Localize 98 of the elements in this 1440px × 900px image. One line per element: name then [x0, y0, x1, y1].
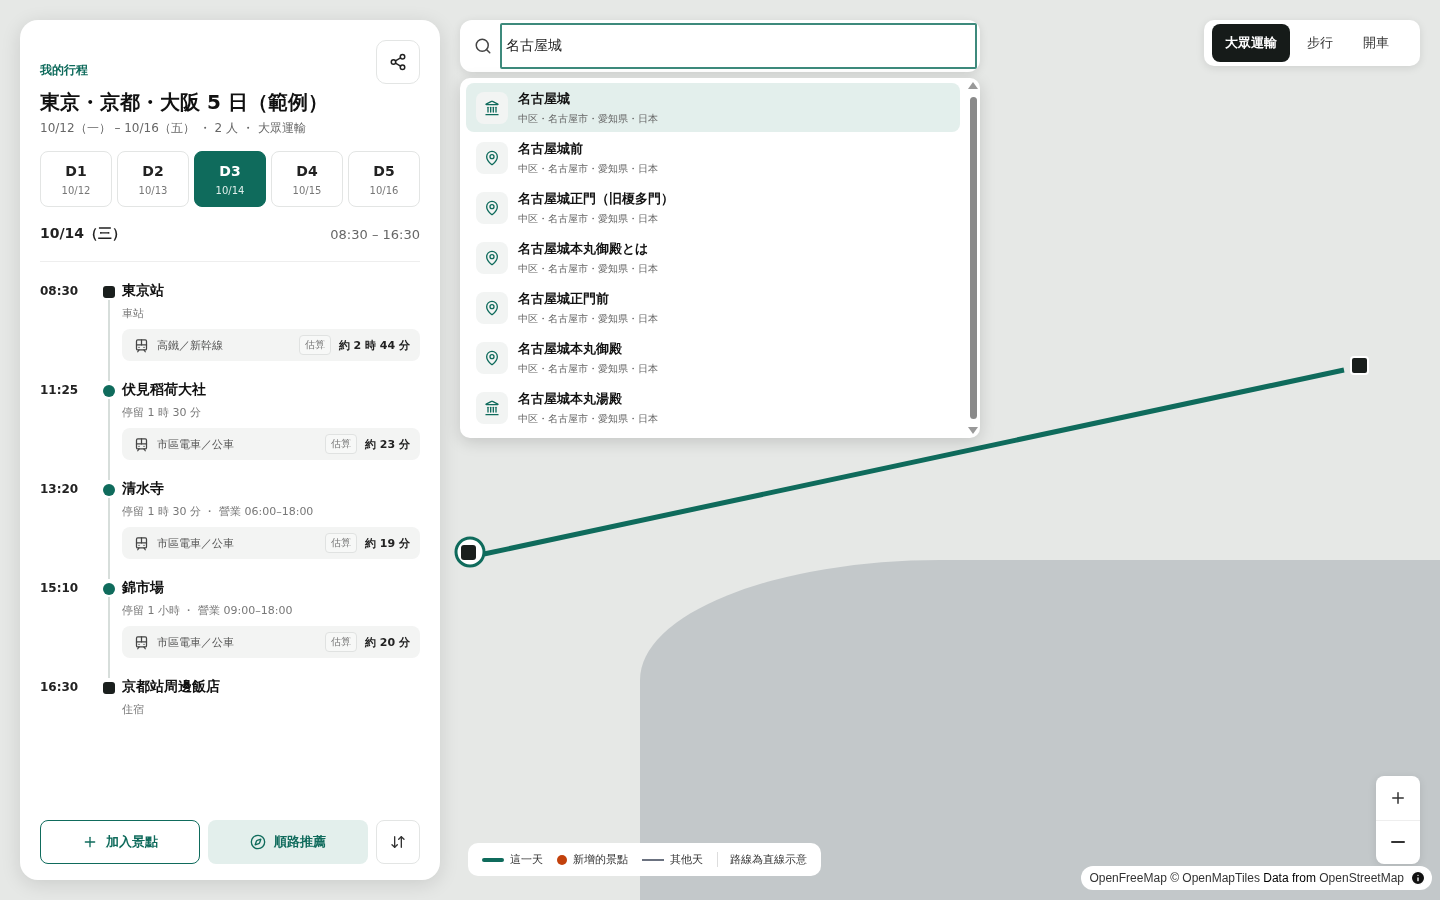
stop-name[interactable]: 清水寺: [122, 480, 420, 498]
stop-time: 16:30: [40, 679, 80, 694]
suggestion-item[interactable]: 名古屋城前 中区・名古屋市・愛知県・日本: [466, 133, 960, 183]
trip-title: 東京・京都・大阪 5 日（範例）: [40, 89, 328, 116]
legend-label: 新增的景點: [573, 852, 628, 867]
suggestion-address: 中区・名古屋市・愛知県・日本: [518, 111, 658, 126]
suggestion-address: 中区・名古屋市・愛知県・日本: [518, 412, 658, 427]
estimate-badge: 估算: [325, 533, 358, 553]
suggestion-item[interactable]: 名古屋城正門（旧榎多門） 中区・名古屋市・愛知県・日本: [466, 183, 960, 233]
suggestion-name: 名古屋城前: [518, 139, 584, 158]
transit-mode: 市區電車／公車: [157, 436, 235, 452]
tram-icon: [134, 634, 149, 650]
route-suggest-button[interactable]: 順路推薦: [208, 820, 368, 864]
day-tab[interactable]: D5 10/16: [348, 151, 420, 207]
map-pin-icon: [476, 242, 508, 274]
stop-time: 13:20: [40, 481, 80, 496]
stop-detail: 停留 1 時 30 分: [122, 405, 202, 420]
suggestion-address: 中区・名古屋市・愛知県・日本: [518, 211, 659, 226]
stop-dot-icon: [103, 385, 115, 397]
stop-marker-icon: [1350, 356, 1369, 375]
estimate-badge: 估算: [325, 434, 358, 454]
day-tab[interactable]: D3 10/14: [194, 151, 266, 207]
sort-arrows-icon: [390, 834, 406, 850]
transit-duration: 約 2 時 44 分: [338, 337, 410, 353]
map-pin-icon: [476, 191, 508, 224]
estimate-badge: 估算: [298, 335, 331, 355]
endpoint-marker-icon: [103, 682, 115, 694]
stop-detail: 停留 1 時 30 分 ・ 營業 06:00–18:00: [122, 504, 315, 519]
compass-icon: [250, 834, 266, 850]
suggestion-name: 名古屋城正門前: [518, 290, 610, 309]
stop-name[interactable]: 伏見稻荷大社: [122, 381, 420, 399]
stop-detail: 車站: [122, 306, 145, 321]
map-pin-icon: [476, 292, 508, 325]
suggestion-name: 名古屋城本丸御殿とは: [518, 240, 649, 258]
suggestion-item[interactable]: 名古屋城本丸御殿とは 中区・名古屋市・愛知県・日本: [466, 233, 960, 283]
map-pin-icon: [476, 141, 508, 174]
search-field[interactable]: 名古屋城: [500, 23, 977, 69]
endpoint-marker-icon: [103, 286, 115, 298]
landmark-icon: [476, 392, 508, 425]
suggestion-address: 中区・名古屋市・愛知県・日本: [518, 312, 658, 327]
suggestion-item[interactable]: 名古屋城本丸湯殿 中区・名古屋市・愛知県・日本: [466, 383, 960, 433]
stop-name[interactable]: 錦市場: [122, 579, 420, 597]
day-date: 10/14（三）: [40, 225, 127, 243]
suggestion-name: 名古屋城正門（旧榎多門）: [518, 189, 674, 208]
transit-mode: 市區電車／公車: [157, 535, 235, 551]
stop-dot-icon: [103, 583, 115, 595]
share-icon: [389, 53, 407, 71]
minus-icon: [1391, 841, 1405, 844]
stop-time: 08:30: [40, 283, 80, 298]
suggestion-address: 中区・名古屋市・愛知県・日本: [518, 362, 658, 377]
landmark-icon: [476, 91, 508, 124]
legend-note: 路線為直線示意: [717, 852, 807, 867]
transit-duration: 約 20 分: [365, 634, 410, 650]
suggestion-name: 名古屋城本丸御殿: [518, 340, 623, 359]
stop-name[interactable]: 東京站: [122, 282, 420, 300]
scroll-up-icon[interactable]: [968, 82, 978, 89]
suggestion-address: 中区・名古屋市・愛知県・日本: [518, 161, 658, 176]
stop-name[interactable]: 京都站周邊飯店: [122, 678, 420, 696]
transit-mode: 高鐵／新幹線: [157, 337, 224, 353]
stop-time: 11:25: [40, 382, 80, 397]
tram-icon: [134, 337, 149, 353]
day-hours: 08:30 – 16:30: [330, 226, 420, 242]
day-tab[interactable]: D1 10/12: [40, 151, 112, 207]
sort-button[interactable]: [376, 820, 420, 864]
stop-detail: 停留 1 小時 ・ 營業 09:00–18:00: [122, 603, 294, 618]
info-icon[interactable]: [1410, 870, 1426, 886]
attribution-text[interactable]: OpenFreeMap © OpenMapTiles Data from OpenStreetMap: [1089, 871, 1404, 885]
add-spot-button[interactable]: 加入景點: [40, 820, 200, 864]
suggestion-item[interactable]: 名古屋城 中区・名古屋市・愛知県・日本: [466, 83, 960, 133]
transit-duration: 約 19 分: [365, 535, 410, 551]
stop-detail: 住宿: [122, 702, 145, 717]
day-tab[interactable]: D4 10/15: [271, 151, 343, 207]
legend-label: 這一天: [510, 852, 543, 867]
mode-tab[interactable]: 大眾運輸: [1212, 24, 1290, 62]
estimate-badge: 估算: [325, 632, 358, 652]
legend-label: 其他天: [670, 852, 703, 867]
tram-icon: [134, 535, 149, 551]
mode-tab[interactable]: 開車: [1350, 24, 1402, 62]
transit-duration: 約 23 分: [365, 436, 410, 452]
stop-dot-icon: [103, 484, 115, 496]
share-button[interactable]: [376, 40, 420, 84]
search-icon: [474, 37, 492, 55]
day-tab[interactable]: D2 10/13: [117, 151, 189, 207]
stop-marker-icon: [454, 536, 486, 568]
suggestion-item[interactable]: 名古屋城本丸御殿 中区・名古屋市・愛知県・日本: [466, 333, 960, 383]
plus-icon: [82, 834, 98, 850]
suggestion-address: 中区・名古屋市・愛知県・日本: [518, 262, 658, 276]
stop-time: 15:10: [40, 580, 80, 595]
transit-mode: 市區電車／公車: [157, 634, 235, 650]
tram-icon: [134, 436, 149, 452]
scroll-down-icon[interactable]: [968, 427, 978, 434]
mode-tab[interactable]: 步行: [1294, 24, 1346, 62]
suggestion-item[interactable]: 名古屋城正門前 中区・名古屋市・愛知県・日本: [466, 283, 960, 333]
map-pin-icon: [476, 342, 508, 375]
suggestion-name: 名古屋城本丸湯殿: [518, 390, 623, 409]
section-label: 我的行程: [40, 62, 89, 79]
trip-subtitle: 10/12（一） – 10/16（五） ・ 2 人 ・ 大眾運輸: [40, 120, 307, 137]
suggestion-name: 名古屋城: [518, 89, 571, 108]
